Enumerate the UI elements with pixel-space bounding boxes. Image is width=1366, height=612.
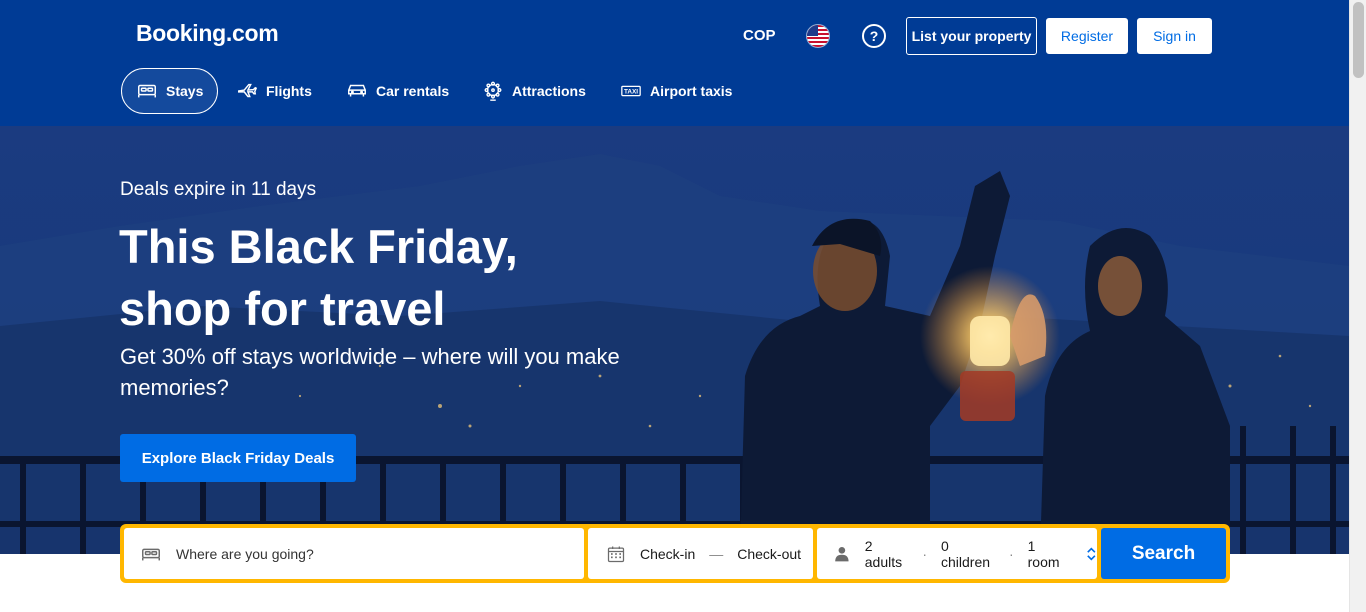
nav-label: Airport taxis	[650, 83, 733, 99]
nav-item-car-rentals[interactable]: Car rentals	[332, 68, 463, 114]
currency-selector[interactable]: COP	[743, 27, 776, 44]
nav-item-airport-taxis[interactable]: TAXI Airport taxis	[606, 68, 746, 114]
nav-label: Stays	[166, 83, 204, 99]
bed-icon	[138, 84, 156, 98]
destination-placeholder: Where are you going?	[176, 545, 314, 562]
date-separator: —	[709, 545, 724, 562]
calendar-icon	[607, 546, 625, 562]
nav-label: Attractions	[512, 83, 586, 99]
nav-label: Flights	[266, 83, 312, 99]
list-property-button[interactable]: List your property	[906, 17, 1037, 55]
hero-headline: This Black Friday, shop for travel	[119, 216, 518, 340]
nav-item-flights[interactable]: Flights	[222, 68, 326, 114]
destination-field[interactable]: Where are you going?	[124, 528, 584, 579]
car-icon	[348, 84, 366, 97]
language-flag-icon[interactable]	[806, 24, 830, 48]
explore-deals-button[interactable]: Explore Black Friday Deals	[120, 434, 356, 482]
taxi-icon: TAXI	[621, 85, 641, 97]
headline-line-1: This Black Friday,	[119, 220, 518, 273]
svg-text:TAXI: TAXI	[624, 88, 638, 95]
top-header: Booking.com COP ? List your property Reg…	[0, 0, 1349, 126]
product-nav: Stays Flights Car rentals Attractions TA…	[0, 68, 900, 114]
headline-line-2: shop for travel	[119, 282, 446, 335]
sign-in-button[interactable]: Sign in	[1137, 18, 1212, 54]
hero-subheadline: Get 30% off stays worldwide – where will…	[120, 344, 620, 400]
person-icon	[835, 546, 849, 561]
register-button[interactable]: Register	[1046, 18, 1128, 54]
search-bar: Where are you going? Check-in — Check-ou…	[120, 524, 1230, 583]
dot-separator: ·	[1008, 545, 1014, 562]
children-count: 0 children	[941, 537, 991, 570]
help-icon[interactable]: ?	[862, 24, 886, 48]
bed-icon	[142, 548, 160, 560]
hero-banner: Deals expire in 11 days This Black Frida…	[0, 126, 1349, 554]
nav-item-attractions[interactable]: Attractions	[468, 68, 600, 114]
rooms-count: 1 room	[1027, 537, 1060, 570]
nav-label: Car rentals	[376, 83, 450, 99]
deals-expiry-text: Deals expire in 11 days	[120, 179, 317, 200]
nav-item-stays[interactable]: Stays	[121, 68, 219, 114]
page-scrollbar[interactable]	[1349, 0, 1366, 612]
guests-field[interactable]: 2 adults · 0 children · 1 room	[817, 528, 1097, 579]
check-in-label: Check-in	[640, 545, 696, 562]
ferris-wheel-icon	[484, 81, 502, 101]
dot-separator: ·	[922, 545, 928, 562]
booking-logo[interactable]: Booking.com	[136, 20, 279, 47]
adults-count: 2 adults	[864, 537, 903, 570]
chevron-up-down-icon	[1087, 547, 1096, 560]
search-button[interactable]: Search	[1101, 528, 1226, 579]
date-picker-field[interactable]: Check-in — Check-out	[588, 528, 813, 579]
check-out-label: Check-out	[737, 545, 802, 562]
plane-icon	[238, 83, 258, 98]
scrollbar-thumb[interactable]	[1353, 2, 1364, 78]
